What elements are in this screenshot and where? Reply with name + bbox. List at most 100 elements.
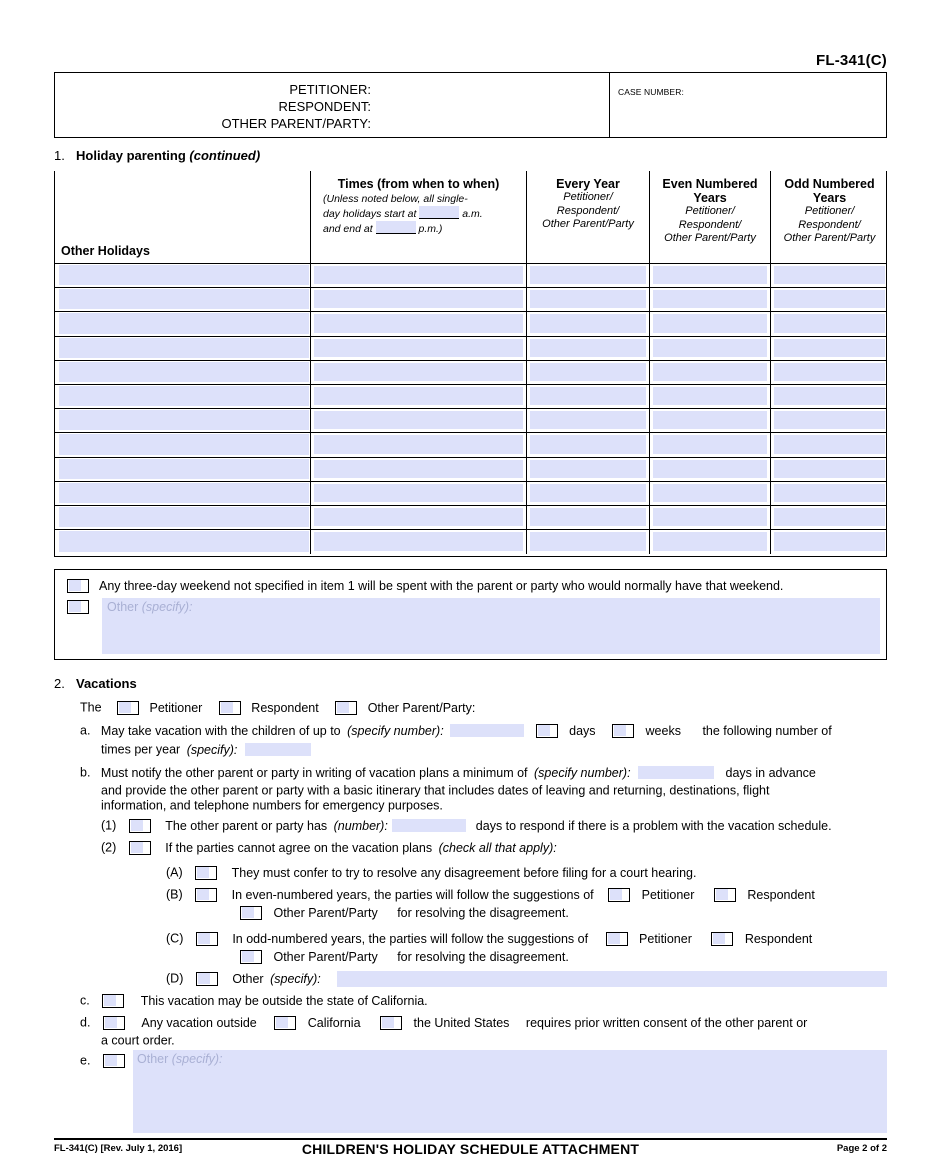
times-start-field[interactable] — [419, 206, 460, 219]
table-cell[interactable] — [770, 505, 888, 530]
table-cell[interactable] — [526, 312, 649, 336]
table-cell-field[interactable] — [653, 386, 767, 406]
the-respondent-checkbox[interactable] — [218, 700, 241, 715]
holiday-other-textarea[interactable]: Other (specify): — [102, 598, 880, 654]
table-cell[interactable] — [649, 264, 770, 288]
table-cell[interactable] — [649, 409, 770, 433]
table-cell-field[interactable] — [59, 361, 309, 382]
table-cell[interactable] — [649, 336, 770, 360]
table-cell-field[interactable] — [530, 386, 646, 406]
table-cell[interactable] — [526, 360, 649, 384]
table-cell-field[interactable] — [653, 435, 767, 454]
table-cell-field[interactable] — [774, 338, 885, 357]
table-cell[interactable] — [310, 288, 526, 312]
table-cell[interactable] — [649, 360, 770, 384]
table-cell-field[interactable] — [774, 386, 885, 406]
table-cell[interactable] — [310, 505, 526, 530]
table-cell-field[interactable] — [314, 507, 523, 527]
table-cell-field[interactable] — [653, 507, 767, 527]
table-cell[interactable] — [526, 384, 649, 409]
table-cell[interactable] — [55, 530, 310, 554]
table-cell-field[interactable] — [774, 435, 885, 454]
table-cell-field[interactable] — [653, 290, 767, 309]
item-2b-2B-petitioner-checkbox[interactable] — [608, 887, 631, 902]
table-cell-field[interactable] — [314, 362, 523, 381]
item-2a-weeks-checkbox[interactable] — [612, 723, 635, 738]
table-cell-field[interactable] — [314, 314, 523, 333]
table-cell[interactable] — [310, 360, 526, 384]
item-2b-2-checkbox[interactable] — [128, 840, 151, 855]
table-cell-field[interactable] — [59, 289, 309, 310]
table-cell[interactable] — [526, 336, 649, 360]
table-cell-field[interactable] — [774, 507, 885, 527]
table-cell[interactable] — [55, 433, 310, 456]
item-2d-california-checkbox[interactable] — [274, 1015, 297, 1030]
item-2d-checkbox[interactable] — [102, 1015, 125, 1030]
table-cell-field[interactable] — [530, 290, 646, 309]
table-cell-field[interactable] — [653, 362, 767, 381]
item-2b-2D-other-field[interactable] — [337, 971, 887, 987]
table-cell-field[interactable] — [314, 290, 523, 309]
table-cell-field[interactable] — [59, 410, 309, 431]
table-cell-field[interactable] — [653, 532, 767, 552]
table-cell-field[interactable] — [774, 459, 885, 478]
table-cell[interactable] — [526, 505, 649, 530]
item-2a-times-field[interactable] — [244, 743, 311, 757]
item-2b-1-number-field[interactable] — [392, 819, 467, 833]
table-cell-field[interactable] — [653, 411, 767, 430]
table-cell-field[interactable] — [314, 411, 523, 430]
table-cell-field[interactable] — [59, 506, 309, 528]
table-cell[interactable] — [310, 481, 526, 505]
case-number-cell[interactable]: CASE NUMBER: — [610, 73, 886, 137]
table-cell-field[interactable] — [530, 532, 646, 552]
table-cell[interactable] — [770, 336, 888, 360]
table-cell-field[interactable] — [59, 265, 309, 286]
table-cell-field[interactable] — [530, 338, 646, 357]
table-cell[interactable] — [649, 384, 770, 409]
table-cell-field[interactable] — [774, 290, 885, 309]
item-2b-2C-checkbox[interactable] — [195, 931, 218, 946]
the-other-parent-party-checkbox[interactable] — [335, 700, 358, 715]
three-day-weekend-checkbox[interactable] — [67, 578, 89, 593]
table-cell[interactable] — [526, 481, 649, 505]
table-cell[interactable] — [526, 264, 649, 288]
table-cell-field[interactable] — [530, 362, 646, 381]
table-cell[interactable] — [310, 336, 526, 360]
table-cell[interactable] — [310, 457, 526, 481]
item-2b-2D-checkbox[interactable] — [195, 971, 218, 986]
item-2b-2B-other-parent-checkbox[interactable] — [240, 905, 262, 920]
table-cell-field[interactable] — [314, 532, 523, 552]
table-cell[interactable] — [770, 457, 888, 481]
table-cell[interactable] — [526, 288, 649, 312]
table-cell[interactable] — [526, 457, 649, 481]
table-cell-field[interactable] — [59, 531, 309, 553]
table-cell-field[interactable] — [653, 483, 767, 502]
table-cell-field[interactable] — [530, 459, 646, 478]
table-cell-field[interactable] — [774, 483, 885, 502]
item-2d-united-states-checkbox[interactable] — [380, 1015, 403, 1030]
holiday-other-checkbox[interactable] — [67, 599, 89, 614]
table-cell[interactable] — [649, 505, 770, 530]
table-cell-field[interactable] — [59, 337, 309, 358]
table-cell-field[interactable] — [314, 338, 523, 357]
table-cell[interactable] — [770, 312, 888, 336]
table-cell[interactable] — [770, 288, 888, 312]
table-cell[interactable] — [310, 433, 526, 457]
item-2a-days-checkbox[interactable] — [535, 723, 558, 738]
item-2e-checkbox[interactable] — [102, 1053, 125, 1068]
table-cell[interactable] — [55, 458, 310, 481]
item-2e-other-textarea[interactable]: Other (specify): — [133, 1050, 887, 1133]
table-cell[interactable] — [649, 433, 770, 457]
table-cell-field[interactable] — [59, 458, 309, 479]
table-cell[interactable] — [310, 409, 526, 433]
table-cell-field[interactable] — [530, 314, 646, 333]
table-cell-field[interactable] — [530, 507, 646, 527]
table-cell[interactable] — [526, 409, 649, 433]
table-cell[interactable] — [770, 409, 888, 433]
table-cell[interactable] — [310, 312, 526, 336]
table-cell[interactable] — [55, 385, 310, 408]
times-end-field[interactable] — [375, 221, 416, 234]
table-cell-field[interactable] — [59, 482, 309, 503]
table-cell[interactable] — [310, 264, 526, 288]
item-2c-checkbox[interactable] — [102, 993, 125, 1008]
